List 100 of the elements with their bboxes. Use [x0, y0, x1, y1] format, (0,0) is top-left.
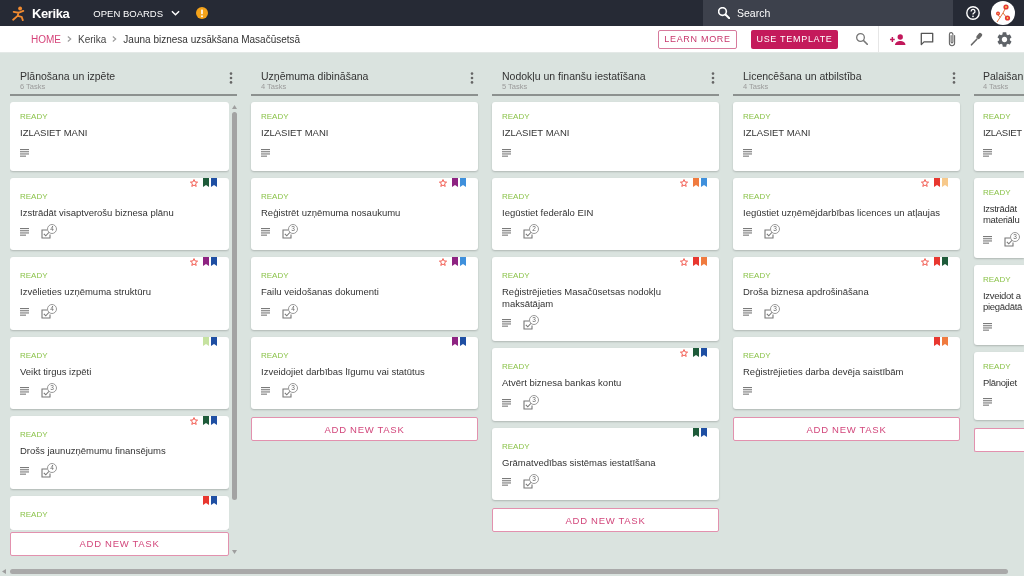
task-status: READY: [743, 350, 772, 360]
task-status: READY: [20, 271, 49, 280]
scrollbar-thumb[interactable]: [231, 112, 237, 500]
comment-icon[interactable]: [920, 32, 934, 46]
task-title: IZLASIET MANI: [20, 127, 89, 139]
use-template-button[interactable]: USE TEMPLATE: [751, 29, 838, 49]
checklist-icon: [523, 229, 533, 239]
checklist-icon: [41, 388, 51, 398]
task-title: Grāmatvedības sistēmas iestatīšana: [502, 456, 657, 468]
task-title: IZLASIET: [983, 127, 1023, 139]
task-card[interactable]: READY IZLASIET MANI: [251, 102, 478, 171]
task-card[interactable]: READY IZLASIET MANI: [10, 102, 229, 171]
task-title: Droša biznesa apdrošināšana: [743, 286, 870, 298]
checklist-icon: [523, 479, 533, 489]
add-task-button[interactable]: [974, 428, 1024, 452]
checklist-icon: [41, 308, 51, 319]
checklist-icon: [764, 308, 774, 319]
task-status: READY: [502, 362, 531, 371]
add-task-button[interactable]: ADD NEW TASK: [251, 417, 478, 441]
column-title: Plānošana un izpēte: [20, 70, 117, 82]
task-status: READY: [502, 191, 531, 201]
task-title: IZLASIET MANI: [261, 127, 330, 139]
chevron-right-icon: [112, 35, 118, 43]
add-task-button[interactable]: ADD NEW TASK: [492, 508, 719, 532]
task-status: READY: [983, 112, 1012, 121]
task-card[interactable]: READY IZLASIET: [974, 102, 1024, 171]
task-card[interactable]: READY Reģistrējieties darba devēja saistībām: [733, 336, 960, 409]
breadcrumb-current: Jauna biznesa uzsākšana Masačūsetsā: [123, 33, 301, 45]
brush-icon[interactable]: [970, 32, 983, 46]
task-status: READY: [743, 191, 772, 201]
home-link[interactable]: HOME: [31, 33, 61, 45]
column-title: Uzņēmuma dibināšana: [261, 70, 370, 82]
more-icon[interactable]: [229, 72, 233, 84]
task-title: Atvērt biznesa bankas kontu: [502, 377, 623, 389]
task-status: READY: [983, 274, 1012, 284]
task-title: Reģistrējieties Masačūsetsas nodokļu maksātājam: [502, 286, 662, 309]
more-icon[interactable]: [952, 72, 956, 84]
task-status: READY: [20, 191, 49, 201]
task-status: READY: [743, 271, 772, 280]
task-status: READY: [983, 187, 1012, 197]
scrollbar-thumb[interactable]: [10, 568, 1008, 574]
task-title: Plānojiet: [983, 376, 1018, 388]
search-field[interactable]: Search: [703, 0, 953, 26]
task-title: Iegūstiet federālo EIN: [502, 206, 595, 218]
checklist-icon: [764, 229, 774, 239]
caret-icon: [171, 10, 181, 16]
learn-more-button[interactable]: LEARN MORE: [658, 29, 737, 49]
column-title: Palaišan: [983, 70, 1024, 82]
add-task-button[interactable]: ADD NEW TASK: [733, 417, 960, 441]
task-status: READY: [20, 350, 49, 360]
task-status: READY: [502, 441, 531, 451]
logo-icon: [11, 5, 26, 21]
task-status: READY: [261, 112, 290, 121]
more-icon[interactable]: [470, 72, 474, 84]
task-title: IZLASIET MANI: [502, 127, 571, 139]
task-title: Izveidot a piegādātā: [983, 289, 1024, 313]
checklist-icon: [282, 229, 292, 239]
add-task-button[interactable]: ADD NEW TASK: [10, 531, 229, 556]
task-status: READY: [502, 112, 531, 121]
task-card[interactable]: READY Izveidot a piegādātā: [974, 264, 1024, 345]
task-status: READY: [983, 361, 1012, 371]
paperclip-icon[interactable]: [948, 31, 956, 47]
column-title: Nodokļu un finanšu iestatīšana: [502, 70, 647, 82]
task-status: READY: [261, 191, 290, 201]
task-title: Drošs jaunuzņēmumu finansējums: [20, 445, 167, 457]
search-icon[interactable]: [856, 33, 868, 45]
checklist-icon: [523, 399, 533, 410]
checklist-icon: [41, 467, 51, 478]
column-title: Licencēšana un atbilstība: [743, 70, 863, 82]
logo-text: Kerika: [32, 5, 70, 21]
checklist-icon: [282, 388, 292, 398]
help-icon[interactable]: [966, 6, 980, 20]
avatar-icon[interactable]: [991, 1, 1015, 25]
task-status: READY: [20, 430, 49, 439]
task-status: READY: [743, 112, 772, 121]
task-title: Iegūstiet uzņēmējdarbības licences un atļaujas: [743, 206, 941, 218]
task-title: Izstrādāt visaptverošu biznesa plānu: [20, 206, 175, 218]
more-icon[interactable]: [711, 72, 715, 84]
task-status: READY: [261, 350, 290, 360]
add-person-icon[interactable]: [889, 33, 906, 45]
breadcrumb-link[interactable]: Kerika: [78, 33, 107, 45]
task-card[interactable]: READY Plānojiet: [974, 351, 1024, 420]
task-title: Veikt tirgus izpēti: [20, 365, 93, 377]
task-title: Failu veidošanas dokumenti: [261, 286, 380, 298]
task-title: Izvēlieties uzņēmuma struktūru: [20, 286, 152, 298]
checklist-icon: [41, 229, 51, 239]
chevron-right-icon: [67, 35, 72, 43]
checklist-icon: [523, 320, 533, 330]
task-card[interactable]: READY IZLASIET MANI: [733, 102, 960, 171]
task-status: READY: [502, 271, 531, 280]
task-title: Reģistrējieties darba devēja saistībām: [743, 365, 905, 377]
alert-icon[interactable]: [196, 7, 209, 19]
task-card[interactable]: READY IZLASIET MANI: [492, 102, 719, 171]
task-title: Izstrādāt materiālu: [983, 202, 1021, 226]
open-boards-button[interactable]: OPEN BOARDS: [93, 7, 181, 19]
task-status: READY: [20, 509, 49, 519]
settings-icon[interactable]: [997, 31, 1012, 47]
task-title: Izveidojiet darbības līgumu vai statūtus: [261, 365, 426, 377]
search-icon: [718, 7, 730, 19]
task-status: READY: [261, 271, 290, 280]
